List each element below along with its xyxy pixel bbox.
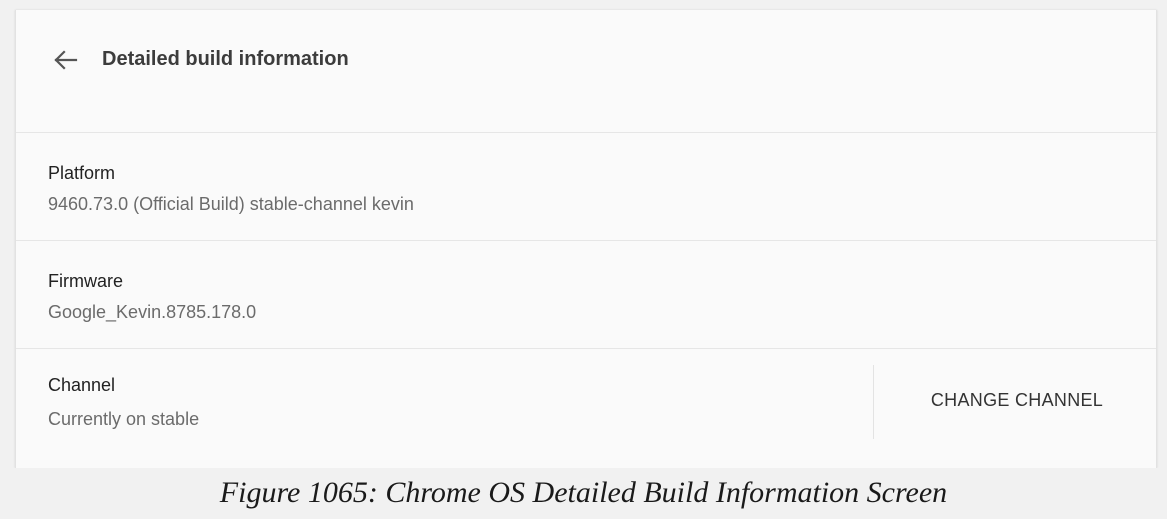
arrow-back-icon [54, 50, 78, 70]
platform-value: 9460.73.0 (Official Build) stable-channe… [48, 194, 414, 214]
channel-value: Currently on stable [48, 409, 200, 429]
screenshot-area: Detailed build information Platform 9460… [0, 0, 1167, 468]
page-header: Detailed build information [16, 10, 1156, 133]
settings-panel: Detailed build information Platform 9460… [15, 10, 1157, 468]
back-button[interactable] [50, 44, 82, 76]
firmware-value: Google_Kevin.8785.178.0 [48, 302, 257, 322]
firmware-row: Firmware Google_Kevin.8785.178.0 [16, 241, 1156, 349]
platform-row: Platform 9460.73.0 (Official Build) stab… [16, 133, 1156, 241]
change-channel-button[interactable]: CHANGE CHANNEL [898, 377, 1136, 423]
figure-caption: Figure 1065: Chrome OS Detailed Build In… [0, 470, 1167, 519]
channel-label: Channel [48, 375, 116, 395]
vertical-divider [873, 365, 874, 439]
platform-label: Platform [48, 163, 116, 183]
page-title: Detailed build information [102, 48, 349, 70]
firmware-label: Firmware [48, 271, 123, 291]
channel-row: Channel Currently on stable CHANGE CHANN… [16, 349, 1156, 468]
